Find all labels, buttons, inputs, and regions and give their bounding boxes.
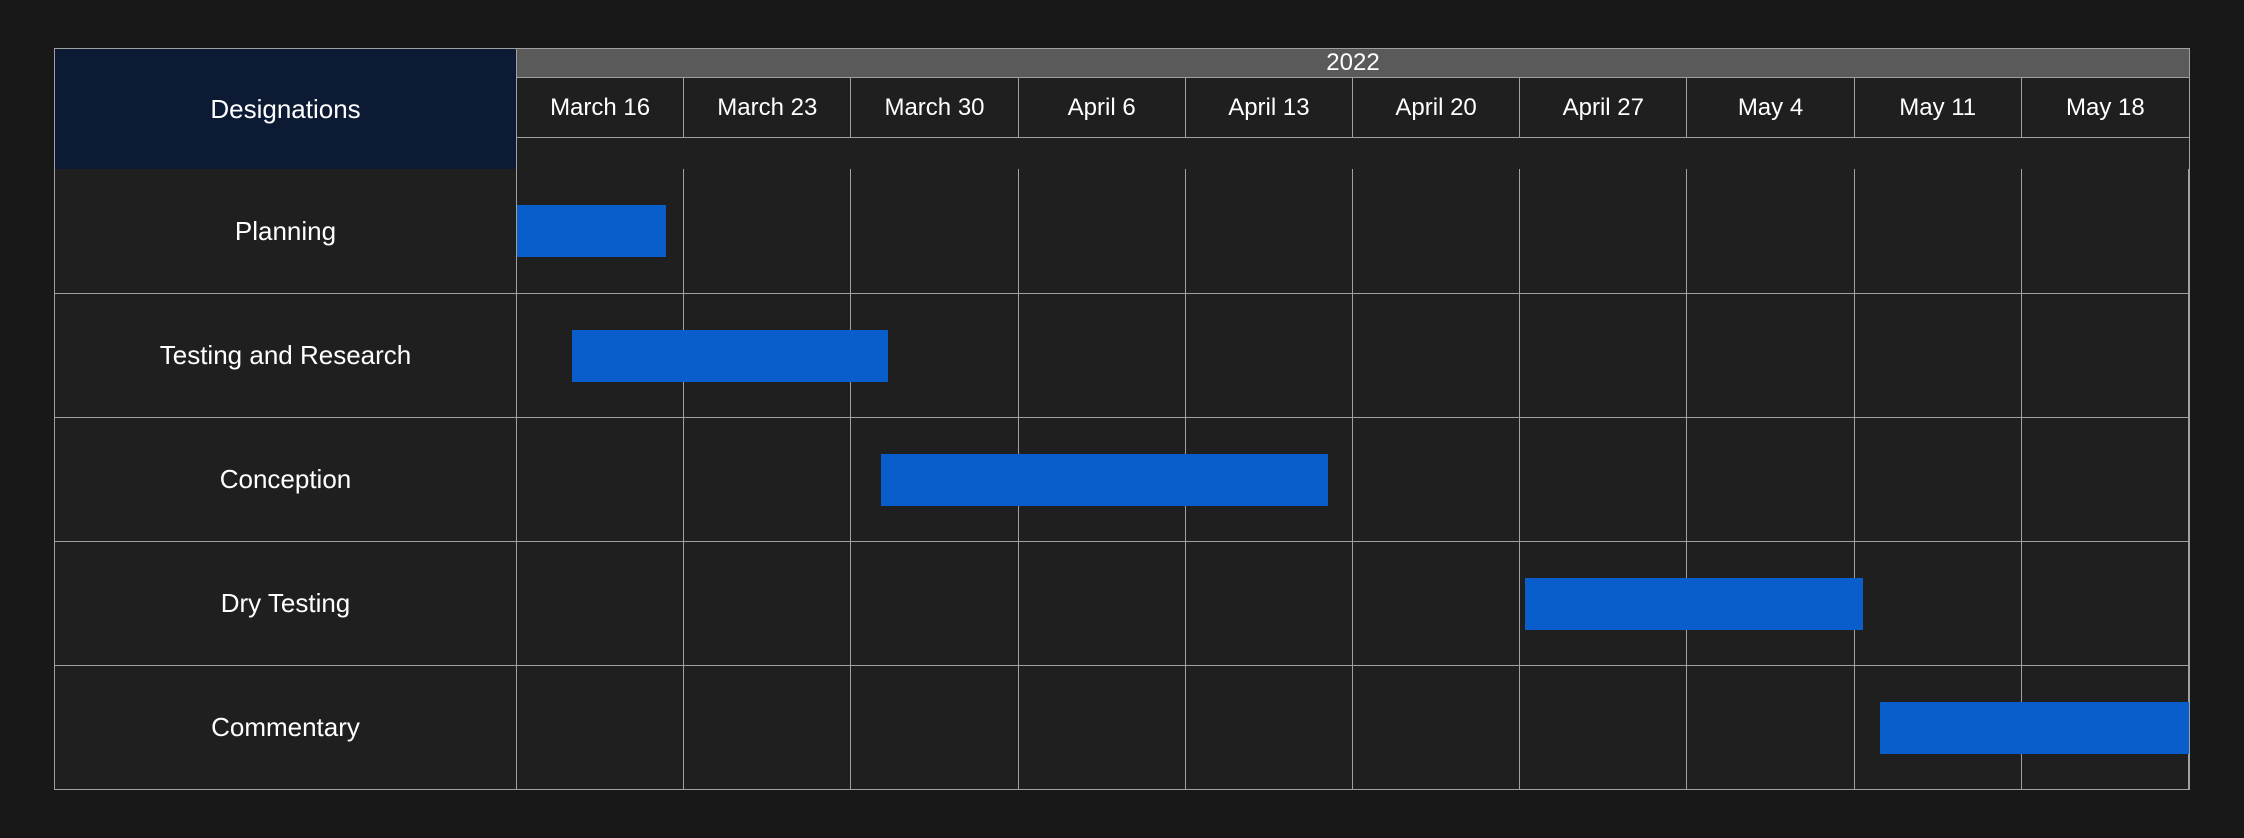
date-col-0: March 16 — [517, 78, 684, 138]
grid-cell — [684, 542, 851, 665]
grid-cell — [1687, 666, 1854, 789]
grid-cell — [1855, 542, 2022, 665]
gantt-bar-2 — [881, 454, 1327, 506]
row-track-3 — [517, 541, 2189, 665]
grid-cell — [1186, 542, 1353, 665]
gantt-row: Dry Testing — [55, 541, 2189, 665]
date-col-4: April 13 — [1186, 78, 1353, 138]
row-track-2 — [517, 417, 2189, 541]
grid-cell — [1019, 294, 1186, 417]
grid-cell — [684, 418, 851, 541]
grid-cell — [1186, 666, 1353, 789]
row-label-3: Dry Testing — [55, 541, 517, 665]
gantt-bar-3 — [1525, 578, 1863, 630]
grid-cell — [1520, 418, 1687, 541]
grid-cell — [1353, 542, 1520, 665]
date-col-1: March 23 — [684, 78, 851, 138]
gantt-row: Testing and Research — [55, 293, 2189, 417]
grid-cell — [1687, 169, 1854, 293]
grid-cell — [517, 542, 684, 665]
grid-cell — [1520, 294, 1687, 417]
grid-cell — [2022, 418, 2189, 541]
gantt-row: Planning — [55, 169, 2189, 293]
gantt-row: Conception — [55, 417, 2189, 541]
row-track-4 — [517, 665, 2189, 789]
grid-cell — [684, 169, 851, 293]
row-track-0 — [517, 169, 2189, 293]
date-col-9: May 18 — [2022, 78, 2189, 138]
date-col-6: April 27 — [1520, 78, 1687, 138]
date-col-3: April 6 — [1019, 78, 1186, 138]
grid-cell — [2022, 169, 2189, 293]
gantt-row: Commentary — [55, 665, 2189, 789]
row-label-0: Planning — [55, 169, 517, 293]
date-headers: March 16 March 23 March 30 April 6 April… — [517, 78, 2189, 138]
grid-cell — [2022, 294, 2189, 417]
grid-cell — [851, 666, 1018, 789]
grid-cell — [1353, 666, 1520, 789]
gantt-chart: Designations 2022 March 16 March 23 Marc… — [54, 48, 2190, 790]
grid-cell — [1186, 169, 1353, 293]
gantt-bar-4 — [1880, 702, 2189, 754]
grid-cell — [1520, 169, 1687, 293]
year-header: 2022 — [517, 49, 2189, 78]
grid-cell — [1687, 294, 1854, 417]
grid-cell — [1855, 169, 2022, 293]
date-col-2: March 30 — [851, 78, 1018, 138]
gantt-header: Designations 2022 March 16 March 23 Marc… — [55, 49, 2189, 169]
row-label-4: Commentary — [55, 665, 517, 789]
row-label-1: Testing and Research — [55, 293, 517, 417]
grid-cell — [1186, 294, 1353, 417]
grid-cell — [1353, 418, 1520, 541]
grid-cell — [1019, 542, 1186, 665]
grid-cell — [517, 418, 684, 541]
grid-cell — [851, 542, 1018, 665]
grid-cell — [1855, 294, 2022, 417]
grid-cell — [1520, 666, 1687, 789]
grid-cell — [851, 169, 1018, 293]
grid-cell — [1353, 169, 1520, 293]
date-col-8: May 11 — [1855, 78, 2022, 138]
grid-cell — [1353, 294, 1520, 417]
row-track-1 — [517, 293, 2189, 417]
gantt-bar-0 — [517, 205, 666, 257]
date-col-7: May 4 — [1687, 78, 1854, 138]
grid-cell — [1019, 169, 1186, 293]
gantt-bar-1 — [572, 330, 888, 382]
row-label-2: Conception — [55, 417, 517, 541]
grid-cell — [1019, 666, 1186, 789]
grid-cell — [517, 666, 684, 789]
grid-cell — [1855, 418, 2022, 541]
row-header-title: Designations — [55, 49, 517, 169]
grid-cell — [2022, 542, 2189, 665]
grid-cell — [1687, 418, 1854, 541]
date-col-5: April 20 — [1353, 78, 1520, 138]
grid-cell — [684, 666, 851, 789]
